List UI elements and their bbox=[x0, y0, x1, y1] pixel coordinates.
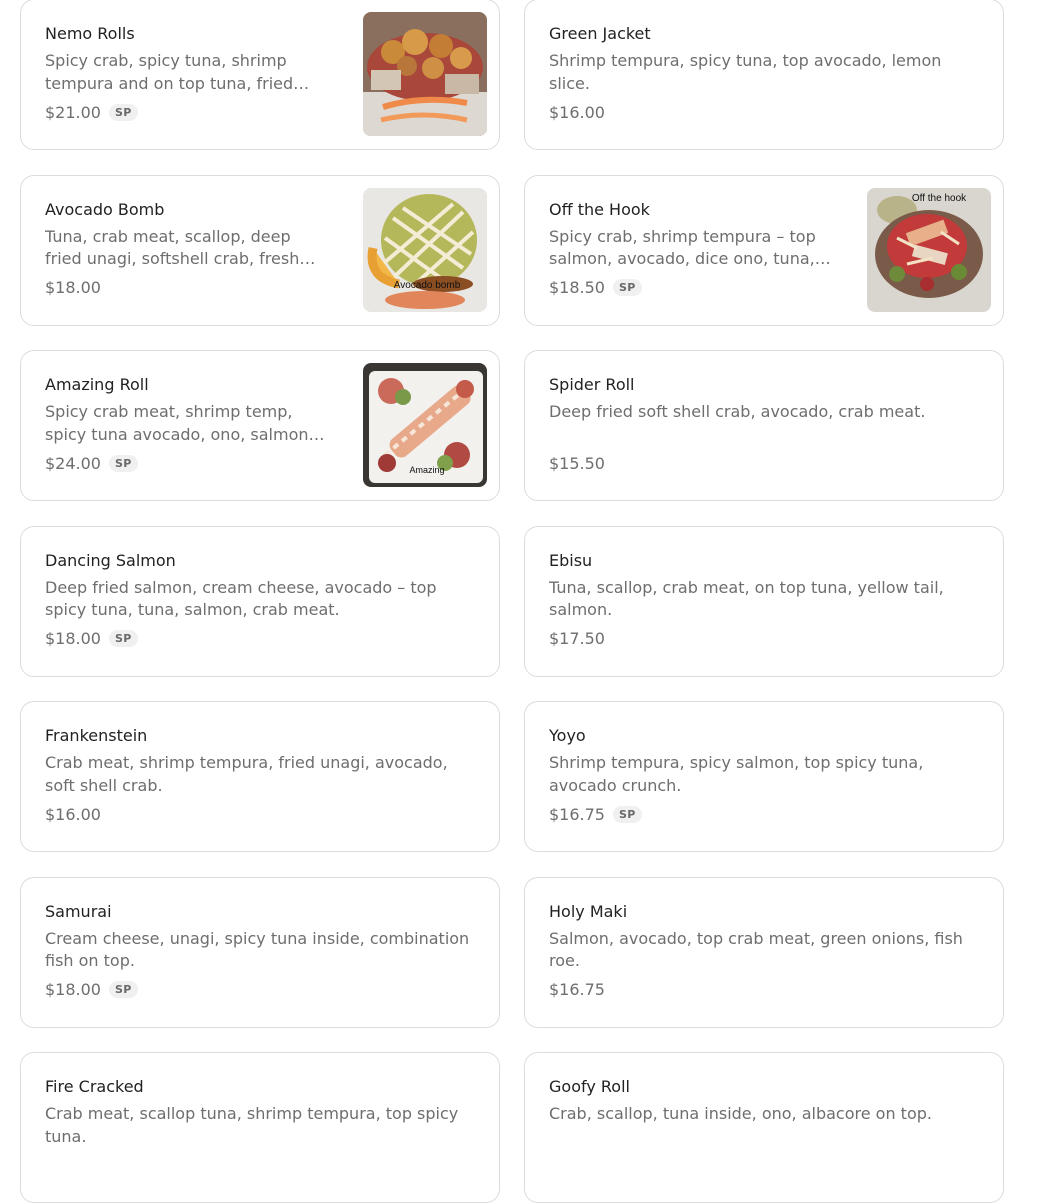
item-name: Fire Cracked bbox=[45, 1077, 144, 1096]
item-name: Goofy Roll bbox=[549, 1077, 630, 1096]
item-description: Spicy crab meat, shrimp temp, spicy tuna… bbox=[45, 402, 325, 444]
price-row bbox=[45, 1154, 475, 1176]
item-description: Salmon, avocado, top crab meat, green on… bbox=[549, 928, 963, 971]
price-row: $18.00 SP bbox=[45, 628, 475, 650]
price-row: $18.00 SP bbox=[45, 979, 475, 1001]
spicy-badge: SP bbox=[108, 981, 138, 998]
item-photo: Off the hook bbox=[867, 187, 991, 312]
price-row: $16.00 bbox=[45, 803, 475, 825]
menu-item-text: Samurai Cream cheese, unagi, spicy tuna i… bbox=[45, 902, 475, 1001]
menu-item-text: Ebisu Tuna, scallop, crab meat, on top tu… bbox=[549, 551, 979, 650]
item-description: Tuna, crab meat, scallop, deep fried una… bbox=[45, 226, 316, 269]
menu-item-off-the-hook[interactable]: Off the Hook Spicy crab, shrimp tempura –… bbox=[524, 174, 1004, 326]
item-price: $17.50 bbox=[549, 629, 605, 648]
item-name: Green Jacket bbox=[549, 24, 651, 43]
price-row: $15.50 bbox=[549, 452, 979, 474]
menu-item-yoyo[interactable]: Yoyo Shrimp tempura, spicy salmon, top sp… bbox=[524, 701, 1004, 852]
menu-item-text: Off the Hook Spicy crab, shrimp tempura –… bbox=[549, 200, 835, 299]
menu-item-text: Frankenstein Crab meat, shrimp tempura, f… bbox=[45, 726, 475, 825]
menu-grid: Nemo Rolls Spicy crab, spicy tuna, shrimp… bbox=[20, 0, 1004, 1203]
item-price: $24.00 bbox=[45, 453, 101, 473]
menu-item-text: Nemo Rolls Spicy crab, spicy tuna, shrimp… bbox=[45, 24, 331, 123]
item-price: $18.00 bbox=[45, 278, 101, 297]
item-price: $18.00 bbox=[45, 980, 101, 999]
menu-item-text: Spider Roll Deep fried soft shell crab, a… bbox=[549, 375, 979, 474]
item-description: Crab meat, scallop tuna, shrimp tempura,… bbox=[45, 1104, 459, 1146]
item-description: Crab, scallop, tuna inside, ono, albacor… bbox=[549, 1104, 932, 1123]
item-name: Yoyo bbox=[549, 726, 586, 745]
spicy-badge: SP bbox=[108, 103, 138, 121]
item-price: $16.00 bbox=[45, 804, 101, 824]
price-row: $16.75 bbox=[549, 979, 979, 1001]
price-row: $16.00 bbox=[549, 101, 979, 123]
item-price: $16.00 bbox=[549, 102, 605, 122]
item-description: Tuna, scallop, crab meat, on top tuna, y… bbox=[549, 577, 944, 620]
menu-item-text: Holy Maki Salmon, avocado, top crab meat,… bbox=[549, 902, 979, 1001]
price-row: $24.00 SP bbox=[45, 452, 331, 474]
item-price: $15.50 bbox=[549, 453, 605, 473]
menu-item-green-jacket[interactable]: Green Jacket Shrimp tempura, spicy tuna, … bbox=[524, 0, 1004, 150]
menu-item-text: Goofy Roll Crab, scallop, tuna inside, on… bbox=[549, 1077, 979, 1176]
item-name: Off the Hook bbox=[549, 199, 650, 219]
item-name: Samurai bbox=[45, 901, 112, 921]
price-row: $18.00 bbox=[45, 277, 331, 299]
item-name: Dancing Salmon bbox=[45, 550, 176, 570]
item-description: Spicy crab, spicy tuna, shrimp tempura a… bbox=[45, 51, 310, 93]
menu-item-text: Fire Cracked Crab meat, scallop tuna, shr… bbox=[45, 1077, 475, 1176]
item-name: Spider Roll bbox=[549, 375, 635, 394]
item-description: Shrimp tempura, spicy salmon, top spicy … bbox=[549, 753, 924, 795]
menu-item-text: Yoyo Shrimp tempura, spicy salmon, top sp… bbox=[549, 726, 979, 825]
menu-item-frankenstein[interactable]: Frankenstein Crab meat, shrimp tempura, f… bbox=[20, 701, 500, 852]
price-row: $18.50 SP bbox=[549, 277, 835, 299]
menu-item-goofy-roll[interactable]: Goofy Roll Crab, scallop, tuna inside, on… bbox=[524, 1052, 1004, 1203]
item-description: Crab meat, shrimp tempura, fried unagi, … bbox=[45, 753, 448, 795]
svg-text:Off the hook: Off the hook bbox=[912, 193, 967, 204]
menu-item-avocado-bomb[interactable]: Avocado Bomb Tuna, crab meat, scallop, de… bbox=[20, 174, 500, 326]
spicy-badge: SP bbox=[612, 279, 642, 296]
item-name: Frankenstein bbox=[45, 726, 148, 745]
item-photo bbox=[363, 12, 487, 136]
item-price: $18.00 bbox=[45, 629, 101, 648]
item-description: Spicy crab, shrimp tempura – top salmon,… bbox=[549, 226, 831, 269]
spicy-badge: SP bbox=[108, 630, 138, 647]
menu-item-text: Dancing Salmon Deep fried salmon, cream c… bbox=[45, 551, 475, 650]
item-name: Avocado Bomb bbox=[45, 199, 165, 219]
menu-item-text: Green Jacket Shrimp tempura, spicy tuna, … bbox=[549, 24, 979, 123]
menu-item-text: Amazing Roll Spicy crab meat, shrimp temp… bbox=[45, 375, 331, 474]
svg-text:Avocado bomb: Avocado bomb bbox=[394, 280, 461, 291]
menu-item-samurai[interactable]: Samurai Cream cheese, unagi, spicy tuna i… bbox=[20, 876, 500, 1028]
menu-item-text: Avocado Bomb Tuna, crab meat, scallop, de… bbox=[45, 200, 331, 299]
item-description: Cream cheese, unagi, spicy tuna inside, … bbox=[45, 928, 470, 971]
spicy-badge: SP bbox=[612, 805, 642, 823]
item-price: $21.00 bbox=[45, 102, 101, 122]
item-price: $16.75 bbox=[549, 980, 605, 999]
item-name: Nemo Rolls bbox=[45, 24, 135, 43]
item-photo: Avocado bomb bbox=[363, 187, 487, 312]
menu-item-fire-cracked[interactable]: Fire Cracked Crab meat, scallop tuna, shr… bbox=[20, 1052, 500, 1203]
price-row: $21.00 SP bbox=[45, 101, 331, 123]
item-name: Amazing Roll bbox=[45, 375, 149, 394]
menu-item-spider-roll[interactable]: Spider Roll Deep fried soft shell crab, a… bbox=[524, 350, 1004, 501]
item-price: $16.75 bbox=[549, 804, 605, 824]
menu-item-amazing-roll[interactable]: Amazing Roll Spicy crab meat, shrimp temp… bbox=[20, 350, 500, 501]
menu-item-nemo-rolls[interactable]: Nemo Rolls Spicy crab, spicy tuna, shrimp… bbox=[20, 0, 500, 150]
price-row: $17.50 bbox=[549, 628, 979, 650]
menu-item-holy-maki[interactable]: Holy Maki Salmon, avocado, top crab meat,… bbox=[524, 876, 1004, 1028]
svg-text:Amazing: Amazing bbox=[409, 465, 444, 475]
item-price: $18.50 bbox=[549, 278, 605, 297]
item-description: Deep fried soft shell crab, avocado, cra… bbox=[549, 402, 926, 421]
spicy-badge: SP bbox=[108, 454, 138, 472]
item-name: Ebisu bbox=[549, 550, 593, 570]
item-name: Holy Maki bbox=[549, 901, 628, 921]
item-photo: Amazing bbox=[363, 363, 487, 487]
price-row: $16.75 SP bbox=[549, 803, 979, 825]
item-description: Deep fried salmon, cream cheese, avocado… bbox=[45, 577, 437, 620]
menu-item-dancing-salmon[interactable]: Dancing Salmon Deep fried salmon, cream c… bbox=[20, 525, 500, 677]
price-row bbox=[549, 1154, 979, 1176]
item-description: Shrimp tempura, spicy tuna, top avocado,… bbox=[549, 51, 942, 93]
menu-item-ebisu[interactable]: Ebisu Tuna, scallop, crab meat, on top tu… bbox=[524, 525, 1004, 677]
